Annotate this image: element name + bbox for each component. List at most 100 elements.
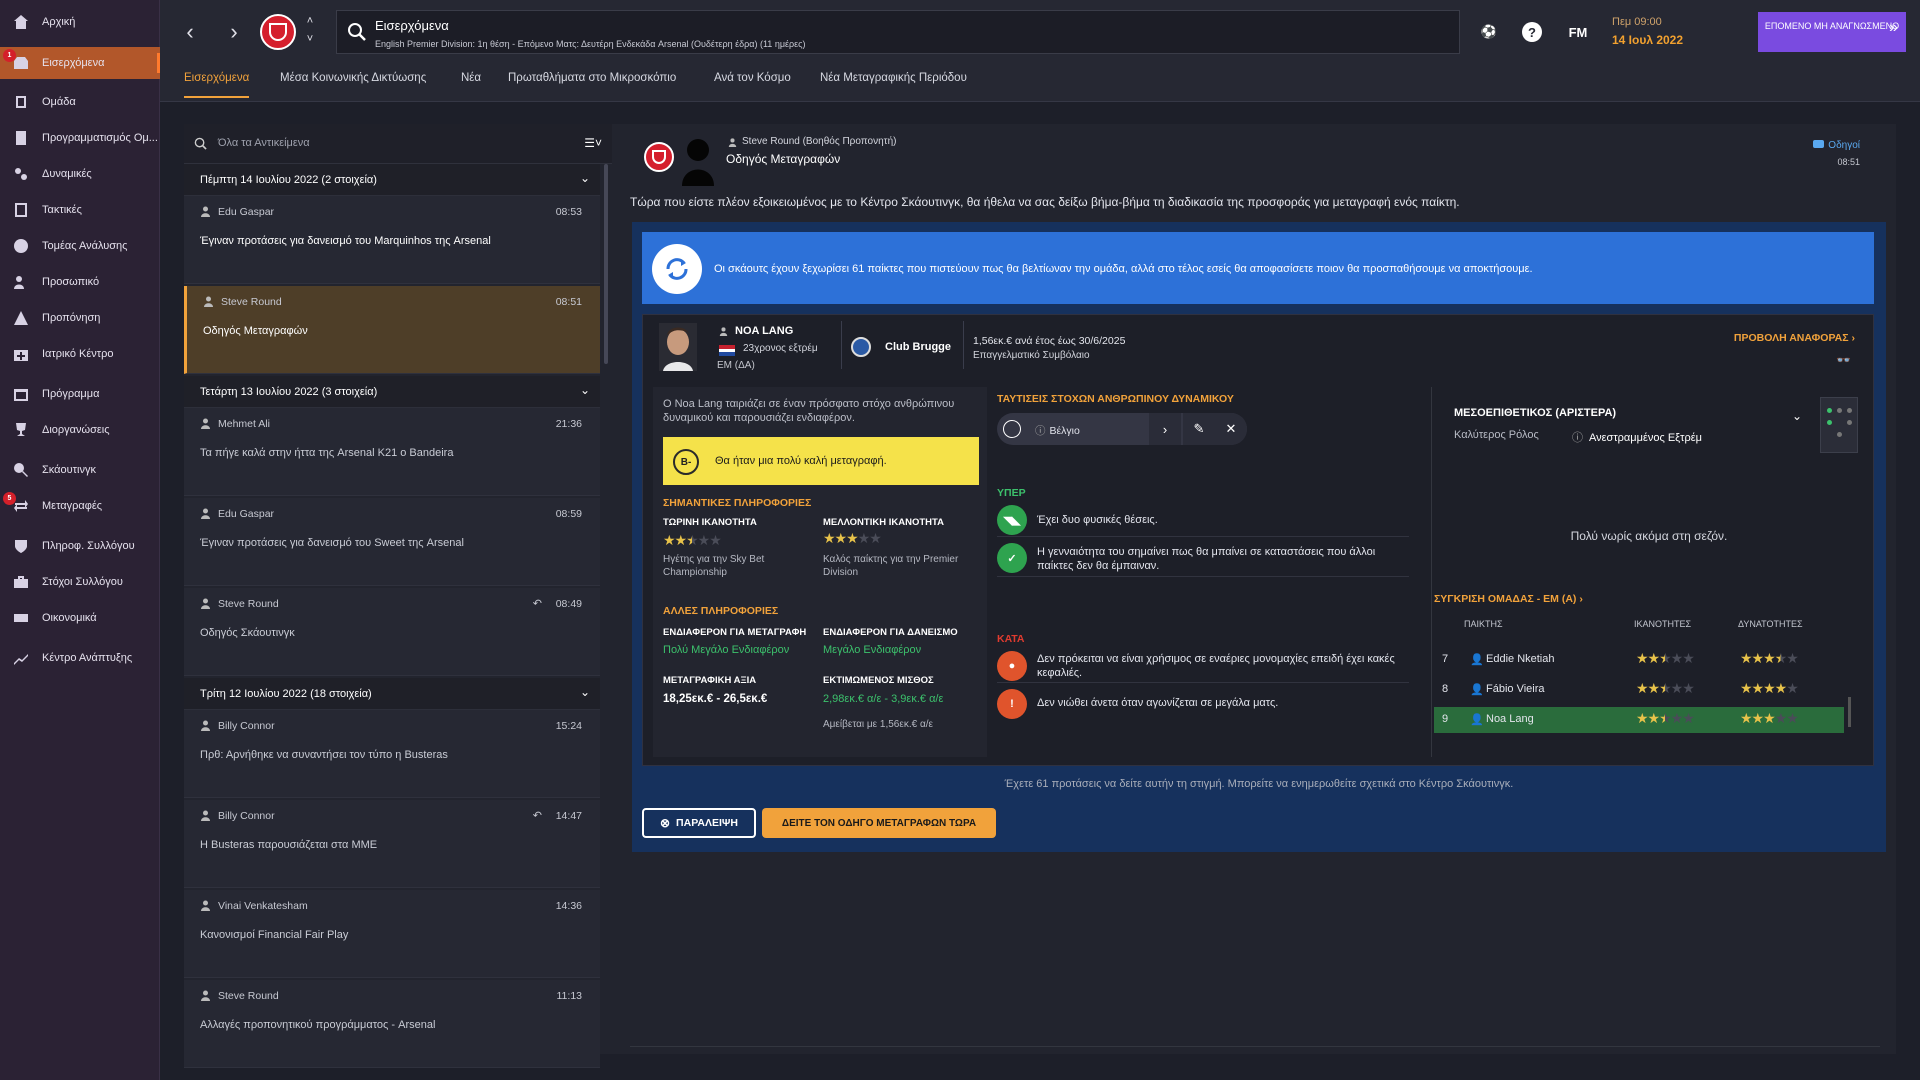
person-icon	[201, 598, 210, 609]
tab-news[interactable]: Νέα	[461, 72, 481, 98]
sidebar-item-medical[interactable]: Ιατρικό Κέντρο	[0, 338, 160, 370]
sidebar-item-staff[interactable]: Προσωπικό	[0, 266, 160, 298]
person-icon	[201, 900, 210, 911]
tab-inbox[interactable]: Εισερχόμενα	[184, 72, 250, 98]
close-circle-icon: ⊗	[659, 816, 671, 830]
sidebar-item-dynamics[interactable]: Δυναμικές	[0, 158, 160, 190]
inbox-message-selected[interactable]: Steve Round 08:51 Οδηγός Μεταγραφών	[184, 286, 600, 374]
inbox-message[interactable]: Edu Gaspar 08:59 Έγιναν προτάσεις για δανε…	[184, 498, 600, 586]
scrollbar[interactable]	[1848, 697, 1851, 727]
date-group-header[interactable]: Πέμπτη 14 Ιουλίου 2022 (2 στοιχεία) ⌄	[184, 164, 600, 196]
edit-pencil-button[interactable]: ✎	[1183, 413, 1215, 445]
sidebar-item-tactics[interactable]: Τακτικές	[0, 194, 160, 226]
sidebar-item-transfers[interactable]: 5 Μεταγραφές	[0, 490, 160, 522]
dynamics-icon	[12, 165, 30, 183]
category-tag[interactable]: Οδηγοί	[1813, 140, 1860, 151]
comparison-row[interactable]: 7 👤 Eddie Nketiah ★★★★★ ★★★★★	[1434, 647, 1844, 673]
inbox-message[interactable]: Steve Round 11:13 Αλλαγές προπονητικού προ…	[184, 980, 600, 1068]
squad-comparison-heading[interactable]: ΣΥΓΚΡΙΣΗ ΟΜΑΔΑΣ - ΕΜ (Α) ›	[1434, 593, 1583, 605]
person-icon	[728, 138, 737, 147]
comparison-row[interactable]: 8 👤 Fábio Vieira ★★★★★ ★★★★★	[1434, 677, 1844, 703]
date-group-header[interactable]: Τρίτη 12 Ιουλίου 2022 (18 στοιχεία) ⌄	[184, 678, 600, 710]
sidebar-item-scouting[interactable]: Σκάουτινγκ	[0, 454, 160, 486]
back-button[interactable]: ‹	[180, 19, 200, 44]
skip-button[interactable]: ⊗ ΠΑΡΑΛΕΙΨΗ	[642, 808, 756, 838]
search-box[interactable]: Εισερχόμενα English Premier Division: 1η…	[336, 10, 1460, 54]
tab-around-the-world[interactable]: Ανά τον Κόσμο	[714, 72, 791, 98]
sidebar-item-club-info[interactable]: Πληροφ. Συλλόγου	[0, 530, 160, 562]
divider	[963, 321, 964, 369]
briefcase-icon	[12, 573, 30, 591]
date-group-header[interactable]: Τετάρτη 13 Ιουλίου 2022 (3 στοιχεία) ⌄	[184, 376, 600, 408]
binoculars-icon[interactable]: 👓	[1836, 353, 1851, 367]
best-role-value: ⓘ Ανεστραμμένος Εξτρέμ	[1572, 432, 1702, 444]
potential-stars: ★★★★★	[1740, 680, 1799, 696]
transfer-guide-panel: Οι σκάουτς έχουν ξεχωρίσει 61 παίκτες πο…	[632, 222, 1886, 852]
potential-ability-stars: ★★★★★	[823, 530, 882, 546]
remove-button[interactable]: ✕	[1215, 413, 1247, 445]
soccer-ball-icon[interactable]: ⚽	[1479, 22, 1499, 42]
person-icon: 👤	[1470, 684, 1484, 696]
sidebar-item-home[interactable]: Αρχική	[0, 6, 160, 38]
recruitment-focus-selector[interactable]: ⓘ Βέλγιο › ✎ ✕	[997, 413, 1247, 445]
recruitment-focus-heading: ΤΑΥΤΙΣΕΙΣ ΣΤΟΧΩΝ ΑΝΘΡΩΠΙΝΟΥ ΔΥΝΑΜΙΚΟΥ	[997, 393, 1234, 405]
help-icon[interactable]: ?	[1522, 22, 1542, 42]
divider	[841, 321, 842, 369]
transfer-value: 18,25εκ.€ - 26,5εκ.€	[663, 693, 768, 705]
chevron-down-icon[interactable]: ˅	[300, 32, 320, 46]
current-wage-note: Αμείβεται με 1,56εκ.€ α/ε	[823, 719, 933, 730]
inbox-message[interactable]: Billy Connor ↶ 14:47 Η Busteras παρουσιάζετ…	[184, 800, 600, 888]
sidebar-item-schedule[interactable]: Πρόγραμμα	[0, 378, 160, 410]
club-crest-icon	[644, 142, 674, 172]
wage-label: ΕΚΤΙΜΩΜΕΝΟΣ ΜΙΣΘΟΣ	[823, 675, 934, 686]
person-icon: 👤	[1470, 654, 1484, 666]
refresh-cycle-icon	[652, 244, 702, 294]
sidebar-item-analysis[interactable]: Τομέας Ανάλυσης	[0, 230, 160, 262]
tab-transfer-window-news[interactable]: Νέα Μεταγραφικής Περιόδου	[820, 72, 967, 98]
inbox-message[interactable]: Steve Round ↶ 08:49 Οδηγός Σκάουτινγκ	[184, 588, 600, 676]
forward-button[interactable]: ›	[224, 19, 244, 44]
inbox-message[interactable]: Mehmet Ali 21:36 Τα πήγε καλά στην ήττα τη…	[184, 408, 600, 496]
player-name[interactable]: NOA LANG	[735, 325, 793, 337]
sidebar-item-planning[interactable]: Προγραμματισμός Ομ...	[0, 122, 160, 154]
person-icon	[201, 810, 210, 821]
other-info-heading: ΑΛΛΕΣ ΠΛΗΡΟΦΟΡΙΕΣ	[663, 605, 779, 617]
player-photo	[659, 323, 697, 371]
scrollbar[interactable]	[604, 164, 608, 364]
column-header-ability: ΙΚΑΝΟΤΗΤΕΣ	[1634, 619, 1692, 629]
inbox-message[interactable]: Billy Connor 15:24 Πρθ: Αρνήθηκε να συναντ…	[184, 710, 600, 798]
contract-wage: 1,56εκ.€ ανά έτος έως 30/6/2025	[973, 335, 1126, 347]
tab-league-spotlight[interactable]: Πρωταθλήματα στο Μικροσκόπιο	[508, 72, 676, 98]
club-crest-icon[interactable]	[260, 14, 296, 50]
next-arrow-button[interactable]: ›	[1149, 413, 1181, 445]
transfer-interest-label: ΕΝΔΙΑΦΕΡΟΝ ΓΙΑ ΜΕΤΑΓΡΑΦΗ	[663, 627, 807, 638]
sidebar-item-finances[interactable]: Οικονομικά	[0, 602, 160, 634]
sidebar-item-squad[interactable]: Ομάδα	[0, 86, 160, 118]
inbox-filter[interactable]: Όλα τα Αντικείμενα ☰˅	[184, 124, 612, 164]
fm-menu-button[interactable]: FM	[1563, 22, 1593, 42]
player-club[interactable]: Club Brugge	[885, 341, 951, 353]
sidebar-item-development[interactable]: Κέντρο Ανάπτυξης	[0, 642, 160, 674]
game-date[interactable]: Πεμ 09:00 14 Ιουλ 2022	[1612, 16, 1742, 54]
sort-menu-icon[interactable]: ☰˅	[584, 136, 602, 150]
continue-button[interactable]: ΕΠΟΜΕΝΟ ΜΗ ΑΝΑΓΝΩΣΜΕΝΟ »	[1758, 12, 1906, 52]
double-chevron-icon: »	[1889, 19, 1898, 36]
inbox-message[interactable]: Edu Gaspar 08:53 Έγιναν προτάσεις για δανε…	[184, 196, 600, 284]
sidebar-item-inbox[interactable]: 1 Εισερχόμενα	[0, 47, 160, 79]
view-report-link[interactable]: ΠΡΟΒΟΛΗ ΑΝΑΦΟΡΑΣ ›	[1734, 332, 1855, 344]
player-position: ΕΜ (ΔΑ)	[717, 360, 755, 371]
chevron-down-icon[interactable]: ⌄	[1792, 409, 1802, 423]
tab-social-media[interactable]: Μέσα Κοινωνικής Δικτύωσης	[280, 72, 426, 98]
sidebar-item-competitions[interactable]: Διοργανώσεις	[0, 414, 160, 446]
inbox-message[interactable]: Vinai Venkatesham 14:36 Κανονισμοί Financi…	[184, 890, 600, 978]
header-ball-icon: ●	[997, 651, 1027, 681]
loan-interest-value: Μεγάλο Ενδιαφέρον	[823, 644, 922, 656]
staff-icon	[12, 273, 30, 291]
sidebar-item-training[interactable]: Προπόνηση	[0, 302, 160, 334]
con-item: ● Δεν πρόκειται να είναι χρήσιμος σε εναέ…	[997, 649, 1409, 683]
sidebar-item-club-vision[interactable]: Στόχοι Συλλόγου	[0, 566, 160, 598]
comparison-row[interactable]: 9 👤 Noa Lang ★★★★★ ★★★★★	[1434, 707, 1844, 733]
chevron-up-icon[interactable]: ˄	[300, 14, 320, 28]
reply-icon: ↶	[532, 810, 542, 822]
view-transfer-guide-button[interactable]: ΔΕΙΤΕ ΤΟΝ ΟΔΗΓΟ ΜΕΤΑΓΡΑΦΩΝ ΤΩΡΑ	[762, 808, 996, 838]
